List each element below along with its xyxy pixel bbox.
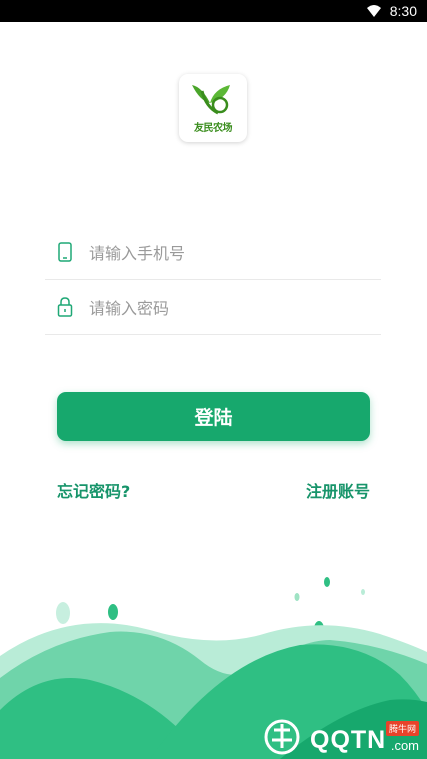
watermark-suffix: .com — [390, 738, 419, 753]
lock-icon — [57, 297, 73, 317]
watermark-badge: 腾牛网 — [385, 721, 419, 736]
password-input[interactable] — [87, 290, 371, 326]
watermark-text: QQTN — [310, 726, 387, 754]
status-time: 8:30 — [389, 3, 417, 19]
status-bar: 8:30 — [0, 0, 427, 22]
phone-input[interactable] — [87, 235, 371, 271]
phone-icon — [58, 242, 72, 262]
watermark: QQTN 腾牛网 .com — [262, 712, 427, 759]
leaf-logo-icon — [192, 85, 230, 115]
register-link[interactable]: 注册账号 — [306, 478, 370, 502]
phone-field — [45, 225, 381, 280]
forgot-password-link[interactable]: 忘记密码? — [57, 478, 130, 502]
login-button[interactable]: 登陆 — [57, 392, 370, 441]
app-logo: 友民农场 — [179, 74, 247, 142]
watermark-logo-icon — [264, 719, 300, 755]
password-field — [45, 280, 381, 335]
wifi-icon — [367, 5, 381, 17]
logo-text: 友民农场 — [194, 123, 233, 134]
